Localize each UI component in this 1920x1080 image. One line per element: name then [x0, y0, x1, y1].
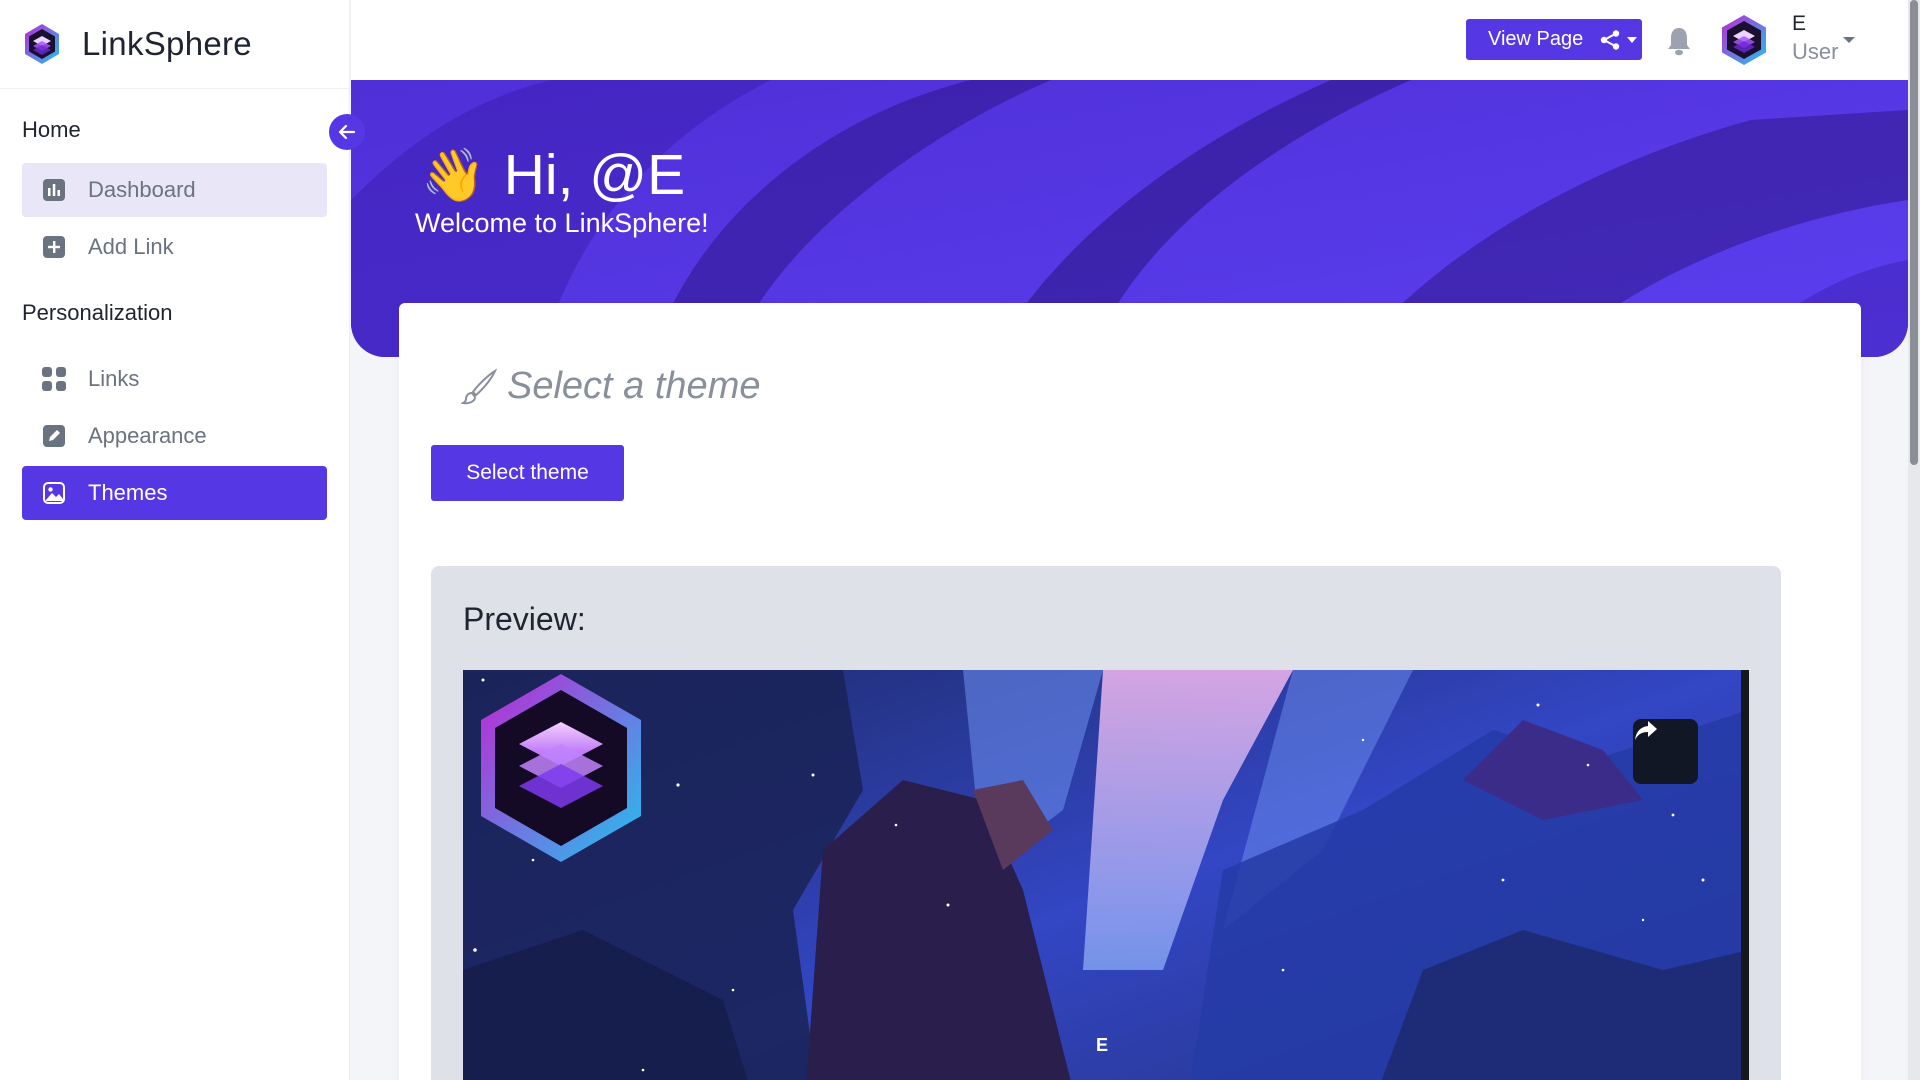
sidebar: LinkSphere Home Dashboard Add Link Perso… — [0, 0, 350, 1080]
bell-icon[interactable] — [1665, 25, 1693, 57]
sidebar-item-label: Appearance — [88, 423, 207, 448]
brand[interactable]: LinkSphere — [0, 0, 349, 89]
share-icon — [1599, 29, 1621, 51]
brand-logo-icon — [25, 24, 59, 64]
sidebar-item-label: Add Link — [88, 234, 174, 259]
chart-icon — [42, 178, 66, 202]
preview-label: Preview: — [463, 601, 586, 637]
grid-icon — [42, 367, 66, 391]
page-scrollbar-thumb[interactable] — [1910, 0, 1918, 465]
image-icon — [42, 481, 66, 505]
view-page-button[interactable]: View Page — [1466, 19, 1642, 60]
view-page-label: View Page — [1488, 28, 1584, 50]
preview-profile-name: E — [1095, 1035, 1108, 1055]
user-name[interactable]: E — [1792, 10, 1806, 38]
share-arrow-icon — [1635, 721, 1657, 740]
sidebar-item-links[interactable]: Links — [22, 352, 327, 406]
sidebar-item-label: Dashboard — [88, 177, 196, 202]
hero-subtitle: Welcome to LinkSphere! — [415, 208, 709, 238]
section-title-personalization: Personalization — [22, 300, 173, 325]
preview-share-button[interactable] — [1633, 719, 1698, 784]
sidebar-item-add-link[interactable]: Add Link — [22, 220, 327, 274]
theme-card: Select a theme Select theme Preview: E — [399, 303, 1861, 1080]
sidebar-item-appearance[interactable]: Appearance — [22, 409, 327, 463]
user-menu-chevron-icon[interactable] — [1843, 37, 1855, 43]
hero-title: Hi, @E — [503, 143, 686, 207]
collapse-sidebar-button[interactable] — [329, 114, 365, 150]
card-title: Select a theme — [461, 365, 760, 408]
chevron-down-icon — [1627, 36, 1638, 43]
nav-home: Dashboard Add Link — [0, 163, 349, 274]
wave-emoji-icon: 👋 — [421, 146, 486, 205]
avatar[interactable] — [1717, 13, 1771, 67]
select-theme-button[interactable]: Select theme — [431, 445, 624, 501]
sidebar-item-label: Themes — [88, 480, 168, 505]
arrow-left-icon — [338, 124, 356, 140]
brand-name: LinkSphere — [82, 25, 252, 62]
section-title-home: Home — [22, 117, 81, 142]
edit-icon — [42, 424, 66, 448]
sidebar-item-themes[interactable]: Themes — [22, 466, 327, 520]
sidebar-item-dashboard[interactable]: Dashboard — [22, 163, 327, 217]
hero-greeting: 👋 Hi, @E — [421, 142, 685, 208]
preview-frame[interactable]: E — [463, 670, 1749, 1080]
user-role[interactable]: User — [1792, 38, 1838, 66]
preview-panel: Preview: E — [431, 566, 1781, 1080]
preview-scrollbar[interactable] — [1741, 670, 1749, 1080]
card-title-text: Select a theme — [507, 365, 761, 407]
sidebar-item-label: Links — [88, 366, 140, 391]
brush-icon — [461, 367, 498, 404]
nav-personalization: Links Appearance Themes — [0, 352, 349, 520]
plus-square-icon — [42, 235, 66, 259]
preview-logo-icon — [481, 674, 641, 862]
